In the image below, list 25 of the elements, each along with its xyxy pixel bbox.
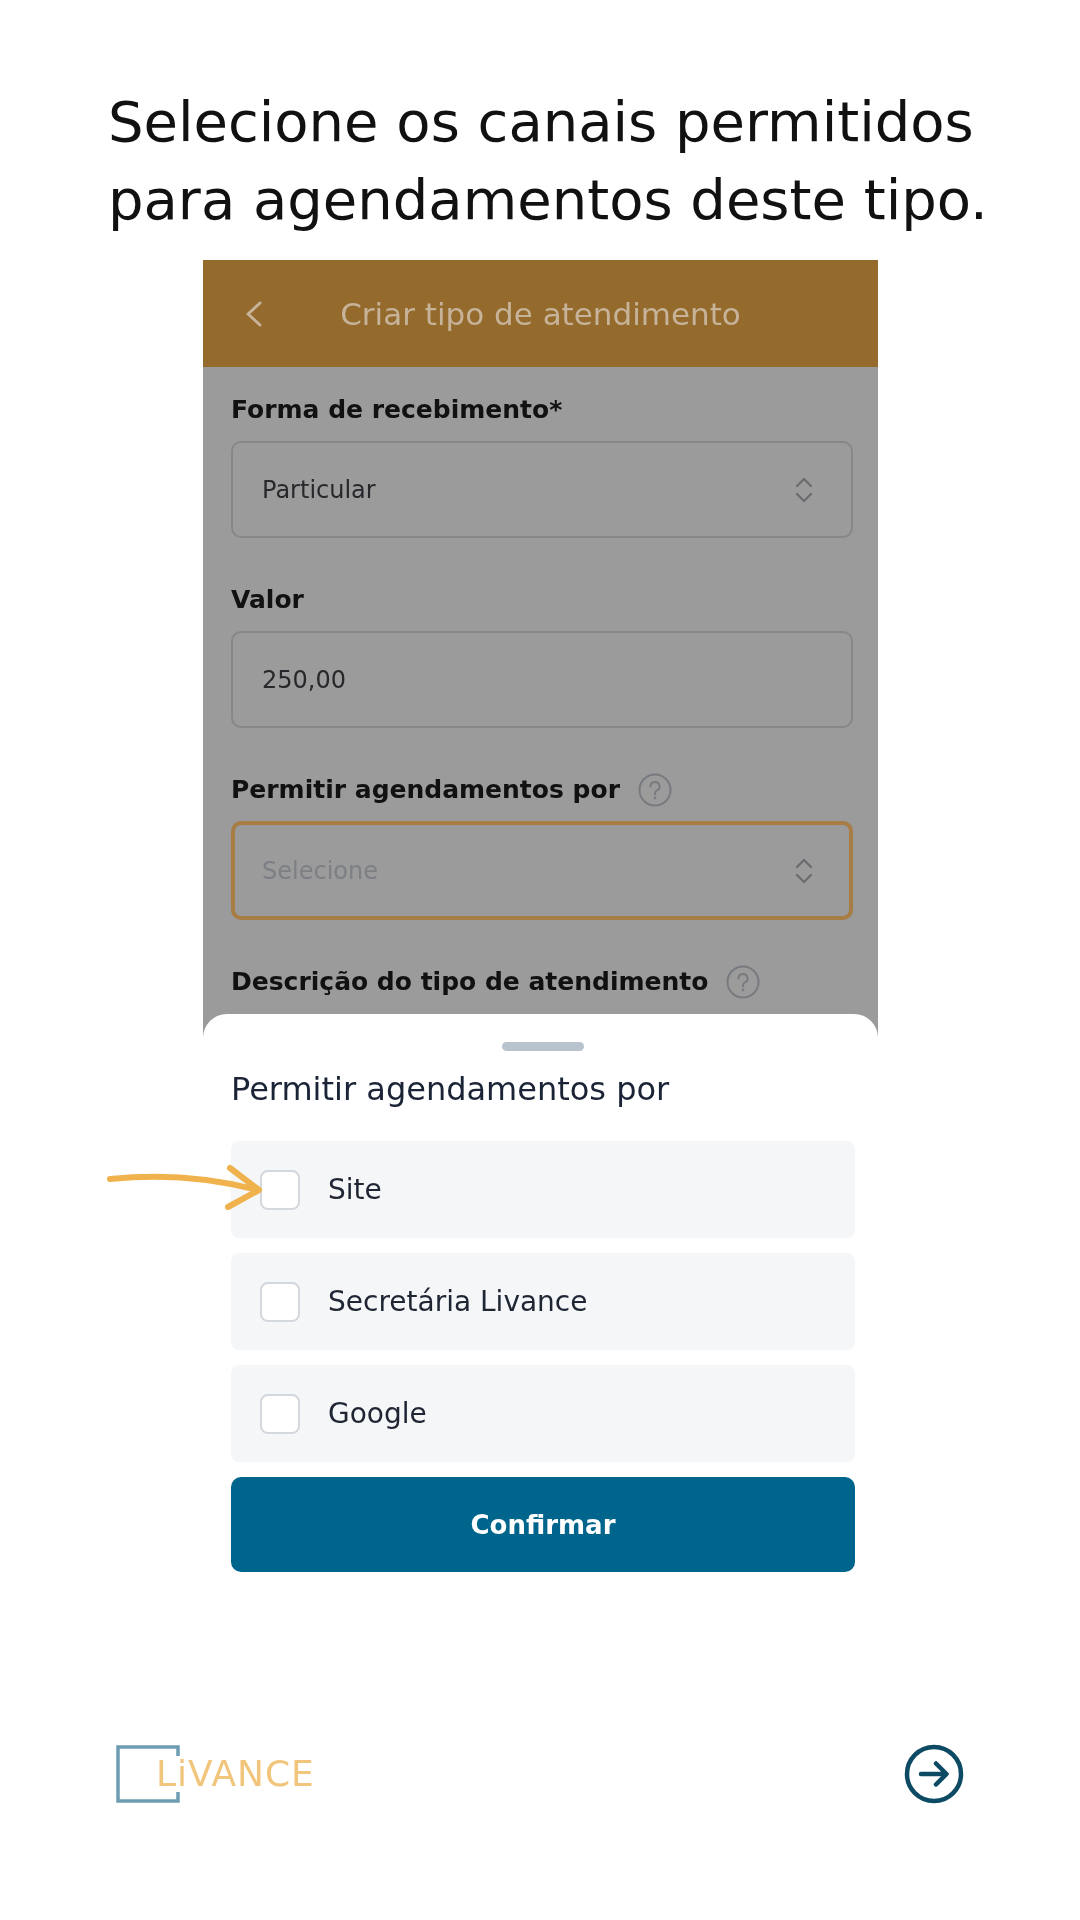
up-down-chevron-icon xyxy=(794,475,814,504)
circle-arrow-right-icon[interactable] xyxy=(904,1744,964,1804)
input-field[interactable]: 250,00 xyxy=(231,631,853,728)
drag-handle[interactable] xyxy=(502,1042,584,1051)
option-row[interactable]: Google xyxy=(231,1365,855,1462)
sheet-title: Permitir agendamentos por xyxy=(231,1071,671,1107)
help-icon[interactable] xyxy=(638,773,672,807)
help-icon[interactable] xyxy=(726,965,761,999)
annotation-arrow-icon xyxy=(106,1164,264,1210)
back-chevron-icon[interactable] xyxy=(245,300,263,327)
checkbox[interactable] xyxy=(260,1393,300,1434)
up-down-chevron-icon xyxy=(794,856,814,885)
screen-title: Criar tipo de atendimento xyxy=(339,295,742,332)
field-label: Descrição do tipo de atendimento xyxy=(231,966,709,998)
checkbox[interactable] xyxy=(260,1281,300,1322)
field-label: Permitir agendamentos por xyxy=(231,774,620,806)
field-label: Forma de recebimento* xyxy=(231,394,563,426)
confirm-button[interactable]: Confirmar xyxy=(231,1477,855,1572)
option-row[interactable]: Secretária Livance xyxy=(231,1253,855,1350)
logo-text: LiVANCE xyxy=(156,1754,315,1794)
select-field[interactable]: Particular xyxy=(231,441,853,538)
field-label: Valor xyxy=(231,584,304,616)
option-row[interactable]: Site xyxy=(231,1141,855,1238)
heading-text: Selecione os canais permitidos para agendamentos deste tipo. xyxy=(108,88,989,234)
checkbox[interactable] xyxy=(260,1169,300,1210)
